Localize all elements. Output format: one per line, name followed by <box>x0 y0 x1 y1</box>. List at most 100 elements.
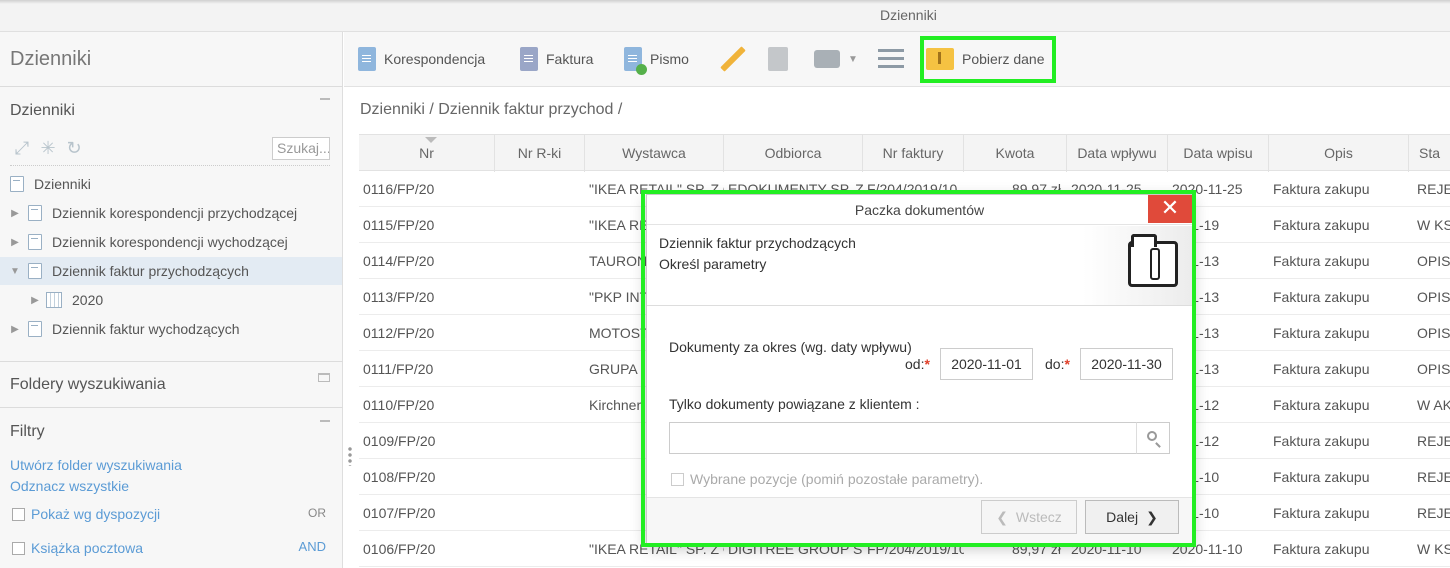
tree-search-input[interactable]: Szukaj... <box>272 137 330 160</box>
divider <box>0 407 343 408</box>
menu-button[interactable] <box>878 44 904 74</box>
table-cell: 0110/FP/20 <box>363 397 435 413</box>
collapse-all-icon[interactable]: ✳ <box>38 138 58 158</box>
column-header-odbiorca[interactable]: Odbiorca <box>724 135 863 172</box>
calendar-icon <box>46 292 62 308</box>
tree-item-2020[interactable]: ▶ 2020 <box>0 286 342 314</box>
filter-checkbox[interactable] <box>12 507 25 521</box>
printer-icon <box>814 50 840 68</box>
journal-icon <box>28 263 42 279</box>
delete-button[interactable] <box>768 44 788 74</box>
table-cell: REJES <box>1417 469 1450 485</box>
column-header-wystawca[interactable]: Wystawca <box>585 135 724 172</box>
filter-operator[interactable]: AND <box>299 539 326 554</box>
print-button[interactable]: ▼ <box>814 44 858 74</box>
table-cell: Faktura zakupu <box>1273 397 1370 413</box>
table-cell: 0116/FP/20 <box>363 181 435 197</box>
toolbar: Korespondencja Faktura Pismo ▼ Pobierz d… <box>344 32 1450 87</box>
document-icon <box>358 47 376 71</box>
filter-label: Pokaż wg dyspozycji <box>31 506 161 522</box>
table-cell <box>495 315 585 351</box>
pismo-button[interactable]: Pismo <box>624 44 689 75</box>
tree-tools: ⤢ ✳ ↻ <box>12 138 84 158</box>
breadcrumb: Dzienniki / Dziennik faktur przychod / <box>360 101 623 118</box>
table-cell: OPIS I <box>1417 361 1450 377</box>
table-cell: 0108/FP/20 <box>363 469 436 485</box>
column-header-nr[interactable]: Nr <box>359 135 495 172</box>
faktura-button[interactable]: Faktura <box>520 44 593 74</box>
button-label: Faktura <box>546 51 594 67</box>
table-cell: Faktura zakupu <box>1273 181 1370 197</box>
table-cell: 0115/FP/20 <box>363 217 435 233</box>
table-cell: 0112/FP/20 <box>363 325 435 341</box>
table-cell: 0106/FP/20 <box>363 541 436 557</box>
column-header-nr-rki[interactable]: Nr R-ki <box>495 135 585 172</box>
filter-operator[interactable]: OR <box>308 506 326 520</box>
table-cell: Faktura zakupu <box>1273 541 1370 557</box>
filter-row[interactable]: Pokaż wg dyspozycji <box>12 506 160 522</box>
collapse-icon[interactable] <box>320 98 330 100</box>
table-cell: REJES <box>1417 433 1450 449</box>
edit-button[interactable] <box>718 44 748 74</box>
divider <box>10 165 330 166</box>
expand-arrow-icon[interactable]: ▶ <box>30 295 40 306</box>
collapse-arrow-icon[interactable]: ▼ <box>10 266 20 277</box>
refresh-icon[interactable]: ↻ <box>64 138 84 158</box>
invoice-icon <box>520 47 538 71</box>
restore-icon[interactable] <box>318 373 330 382</box>
column-header-status[interactable]: Sta <box>1409 135 1450 172</box>
tree-item-label: 2020 <box>72 292 104 308</box>
column-header-kwota[interactable]: Kwota <box>964 135 1067 172</box>
journal-icon <box>28 205 42 221</box>
tree-item-label: Dzienniki <box>34 176 91 192</box>
column-label: Nr <box>419 145 434 161</box>
tree-item-korespondencja-przych[interactable]: ▶ Dziennik korespondencji przychodzącej <box>0 199 342 227</box>
column-header-nr-faktury[interactable]: Nr faktury <box>863 135 964 172</box>
table-cell: Faktura zakupu <box>1273 253 1370 269</box>
tree-item-faktury-przych[interactable]: ▼ Dziennik faktur przychodzących <box>0 257 342 285</box>
highlight-box <box>641 190 1196 547</box>
new-letter-icon <box>624 47 647 75</box>
table-cell: Faktura zakupu <box>1273 433 1370 449</box>
expand-arrow-icon[interactable]: ▶ <box>10 324 20 335</box>
divider <box>0 86 343 87</box>
pencil-icon <box>720 46 746 72</box>
table-cell <box>495 171 585 207</box>
filter-row[interactable]: Książka pocztowa <box>12 540 143 556</box>
collapse-icon[interactable] <box>320 420 330 422</box>
table-cell: 0111/FP/20 <box>363 361 434 377</box>
expand-all-icon[interactable]: ⤢ <box>12 138 32 158</box>
app-title: Dzienniki <box>10 48 92 70</box>
section-title-filtry: Filtry <box>10 423 45 440</box>
filter-checkbox[interactable] <box>12 541 25 555</box>
column-header-opis[interactable]: Opis <box>1269 135 1409 172</box>
korespondencja-button[interactable]: Korespondencja <box>358 44 485 74</box>
column-header-data-wpisu[interactable]: Data wpisu <box>1168 135 1269 172</box>
table-cell <box>495 279 585 315</box>
button-label: Korespondencja <box>384 51 486 67</box>
expand-arrow-icon[interactable]: ▶ <box>10 237 20 248</box>
tree-item-label: Dziennik korespondencji przychodzącej <box>52 205 298 221</box>
uncheck-all-link[interactable]: Odznacz wszystkie <box>10 478 129 494</box>
create-search-folder-link[interactable]: Utwórz folder wyszukiwania <box>10 457 182 473</box>
table-cell: 0113/FP/20 <box>363 289 435 305</box>
expand-arrow-icon[interactable]: ▶ <box>10 208 20 219</box>
table-cell: Faktura zakupu <box>1273 289 1370 305</box>
table-cell <box>495 207 585 243</box>
journal-icon <box>28 234 42 250</box>
table-cell: OPIS I <box>1417 325 1450 341</box>
section-title-dzienniki: Dzienniki <box>10 102 75 119</box>
tree-item-korespondencja-wych[interactable]: ▶ Dziennik korespondencji wychodzącej <box>0 228 342 256</box>
hamburger-icon <box>878 49 904 69</box>
filter-label: Książka pocztowa <box>31 540 144 556</box>
table-cell: Faktura zakupu <box>1273 325 1370 341</box>
left-panel: Dzienniki Dzienniki ⤢ ✳ ↻ Szukaj... Dzie… <box>0 32 343 568</box>
tree-item-faktury-wych[interactable]: ▶ Dziennik faktur wychodzących <box>0 315 342 343</box>
table-cell: Faktura zakupu <box>1273 505 1370 521</box>
column-header-data-wplywu[interactable]: Data wpływu <box>1067 135 1168 172</box>
tree-item-dzienniki[interactable]: Dzienniki <box>0 170 342 198</box>
table-cell: Faktura zakupu <box>1273 361 1370 377</box>
table-cell: REJES <box>1417 181 1450 197</box>
panel-resize-handle[interactable] <box>348 446 352 466</box>
table-cell <box>495 495 585 531</box>
